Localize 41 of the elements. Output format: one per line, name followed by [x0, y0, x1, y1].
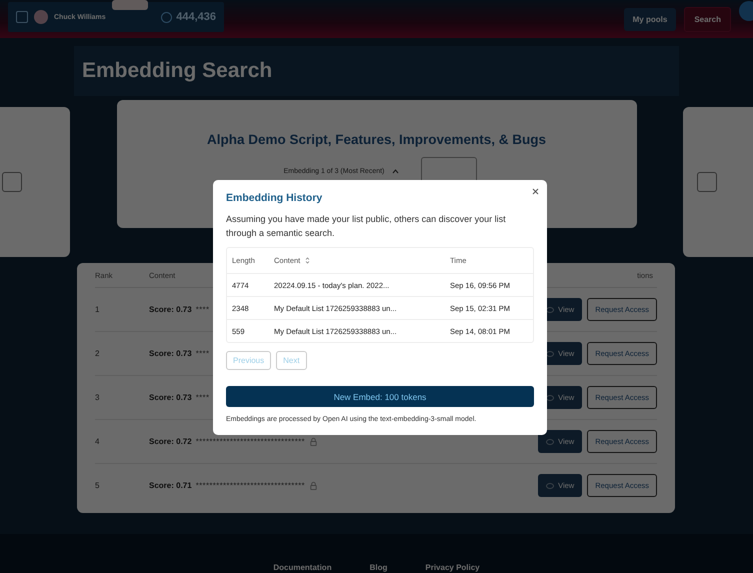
- dialog-title: Embedding History: [226, 192, 324, 204]
- rank-cell-text: 2: [95, 349, 100, 358]
- masked-content: ****: [196, 393, 210, 402]
- new-embed-button[interactable]: New Embed: 100 tokens: [226, 386, 534, 407]
- list-title: Alpha Demo Script, Features, Improvements, & Bugs: [206, 132, 546, 147]
- eye-icon: [546, 394, 554, 400]
- rank-cell-text: 4: [95, 437, 100, 446]
- status-badge: [112, 0, 148, 10]
- masked-content: ****: [196, 305, 210, 314]
- coin-icon: [161, 12, 172, 22]
- eye-icon: [546, 482, 554, 488]
- footer-link[interactable]: Documentation: [273, 563, 332, 572]
- menu-button[interactable]: [739, 1, 753, 21]
- avatar: [34, 10, 48, 24]
- eye-icon: [546, 306, 554, 312]
- footer-link[interactable]: Privacy Policy: [425, 563, 480, 572]
- square-icon[interactable]: [16, 11, 28, 23]
- close-icon[interactable]: [532, 188, 539, 195]
- page-title: Embedding Search: [82, 59, 272, 83]
- rank-cell-text: 1: [95, 305, 100, 314]
- score-text: Score: 0.72: [149, 437, 192, 446]
- score-text: Score: 0.71: [149, 481, 192, 490]
- rank-cell-text: 3: [95, 393, 100, 402]
- score-text: Score: 0.73: [149, 349, 192, 358]
- points-count: 444,436: [176, 11, 216, 23]
- caret-icon: [392, 168, 400, 174]
- rank-cell-text: 5: [95, 481, 100, 490]
- nav-button[interactable]: My pools: [624, 8, 676, 30]
- dialog-description: Assuming you have made your list public, others can discover your list through a semantic search.: [226, 213, 507, 240]
- nav-button[interactable]: Search: [684, 6, 731, 32]
- score-text: Score: 0.73: [149, 305, 192, 314]
- footer-link[interactable]: Blog: [370, 563, 388, 572]
- masked-content: ********************************: [196, 481, 305, 490]
- eye-icon: [546, 438, 554, 444]
- eye-icon: [546, 350, 554, 356]
- checkbox[interactable]: [697, 172, 717, 192]
- sort-icon[interactable]: [305, 257, 310, 264]
- score-text: Score: 0.73: [149, 393, 192, 402]
- masked-content: ****: [196, 349, 210, 358]
- masked-content: ********************************: [196, 437, 305, 446]
- checkbox[interactable]: [2, 172, 22, 192]
